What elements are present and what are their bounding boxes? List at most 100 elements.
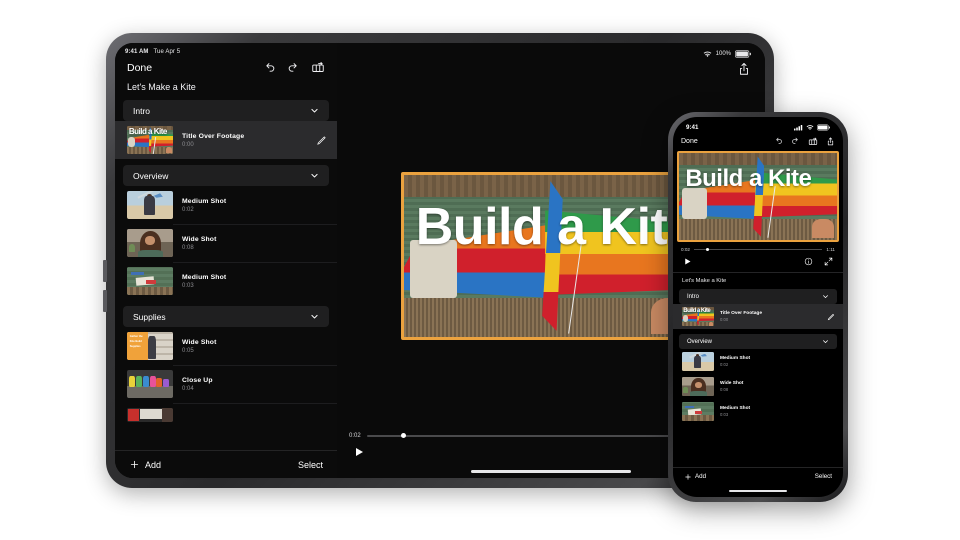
- clip-row-medium-shot-2[interactable]: Medium Shot 0:03: [115, 262, 337, 300]
- section-header-intro[interactable]: Intro: [123, 100, 329, 121]
- clip-name: Medium Shot: [182, 198, 327, 205]
- thumbnail-title-overlay: Build a Kite: [129, 128, 167, 136]
- section-title: Intro: [133, 106, 150, 116]
- iphone-playback-controls: 0:02 1:11: [673, 242, 843, 272]
- clip-duration: 0:04: [182, 386, 327, 392]
- project-settings-icon[interactable]: [311, 61, 325, 75]
- add-button[interactable]: Add: [684, 473, 706, 481]
- add-label: Add: [695, 473, 706, 480]
- chevron-down-icon[interactable]: [822, 338, 829, 345]
- chevron-down-icon[interactable]: [310, 106, 319, 115]
- section-header-overview[interactable]: Overview: [679, 334, 837, 349]
- fullscreen-icon[interactable]: [824, 257, 833, 266]
- ipad-side-button-a: [103, 260, 107, 282]
- clip-row-title-over-footage[interactable]: Build a Kite Title Over Footage 0:00: [115, 121, 337, 159]
- section-title: Overview: [133, 171, 168, 181]
- clip-duration: 0:02: [182, 207, 327, 213]
- ipad-status-bar: 9:41 AM Tue Apr 5: [115, 43, 337, 57]
- wifi-icon: [806, 124, 814, 131]
- ipad-storyboard-list[interactable]: Intro Build a Kite: [115, 100, 337, 450]
- pencil-icon[interactable]: [316, 135, 327, 146]
- screenshot-stage: 9:41 AM Tue Apr 5 Done: [0, 0, 960, 540]
- add-button[interactable]: Add: [129, 459, 161, 470]
- ipad-status-bar-right: 100%: [337, 43, 765, 61]
- share-icon[interactable]: [737, 62, 751, 79]
- chevron-down-icon[interactable]: [310, 171, 319, 180]
- clip-row-close-up[interactable]: Close Up 0:04: [115, 365, 337, 403]
- project-settings-icon[interactable]: [808, 137, 818, 147]
- clip-thumbnail: [127, 229, 173, 257]
- clip-name: Close Up: [182, 377, 327, 384]
- project-title: Let's Make a Kite: [673, 273, 843, 289]
- clip-name: Wide Shot: [720, 381, 835, 386]
- clip-duration: 0:00: [182, 142, 307, 148]
- clip-row-partial[interactable]: [115, 403, 337, 427]
- done-button[interactable]: Done: [681, 138, 698, 145]
- redo-icon[interactable]: [791, 137, 800, 146]
- clip-name: Title Over Footage: [182, 133, 307, 140]
- total-time-label: 1:11: [826, 247, 835, 252]
- section-header-overview[interactable]: Overview: [123, 165, 329, 186]
- section-title: Overview: [687, 339, 712, 345]
- clip-row-medium-shot-1[interactable]: Medium Shot 0:02: [115, 186, 337, 224]
- plus-icon: [129, 459, 140, 470]
- iphone-storyboard-list[interactable]: Intro Build a Kite: [673, 289, 843, 467]
- clip-row-wide-shot-1[interactable]: Wide Shot 0:08: [673, 374, 843, 399]
- play-icon[interactable]: [353, 446, 365, 458]
- section-title: Intro: [687, 294, 699, 300]
- chevron-down-icon[interactable]: [822, 293, 829, 300]
- clip-thumbnail: [682, 352, 714, 371]
- scrubber-handle[interactable]: [706, 248, 710, 252]
- video-preview[interactable]: Build a Kite: [677, 151, 839, 242]
- battery-percent-label: 100%: [716, 51, 731, 57]
- clip-thumbnail: [127, 408, 173, 422]
- select-button[interactable]: Select: [298, 460, 323, 470]
- info-icon[interactable]: [804, 257, 813, 266]
- clip-thumbnail: [127, 191, 173, 219]
- clip-row-medium-shot-1[interactable]: Medium Shot 0:02: [673, 349, 843, 374]
- clip-name: Wide Shot: [182, 236, 327, 243]
- iphone-bottom-toolbar: Add Select: [673, 467, 843, 485]
- play-icon[interactable]: [683, 257, 692, 266]
- ipad-navigation-bar: Done: [115, 57, 337, 79]
- clip-row-wide-shot-1[interactable]: Wide Shot 0:08: [115, 224, 337, 262]
- iphone-video-viewer[interactable]: Build a Kite: [673, 151, 843, 242]
- clip-name: Medium Shot: [720, 406, 835, 411]
- redo-icon[interactable]: [287, 62, 300, 75]
- scrubber-handle[interactable]: [401, 433, 406, 438]
- video-title-overlay: Build a Kite: [416, 201, 696, 253]
- clip-thumbnail: Gather the Kite Build Supplies: [127, 332, 173, 360]
- home-indicator: [471, 470, 631, 473]
- clip-thumbnail: [127, 370, 173, 398]
- clip-thumbnail: [127, 267, 173, 295]
- current-time-label: 0:02: [349, 433, 361, 439]
- chevron-down-icon[interactable]: [310, 312, 319, 321]
- status-time: 9:41: [686, 124, 698, 131]
- clip-thumbnail: [682, 377, 714, 396]
- status-date: Tue Apr 5: [153, 49, 180, 55]
- clip-name: Title Over Footage: [720, 311, 821, 316]
- iphone-screen: 9:41 Done: [673, 117, 843, 497]
- iphone-home-indicator-wrap: [673, 485, 843, 497]
- undo-icon[interactable]: [263, 62, 276, 75]
- clip-row-wide-shot-2[interactable]: Gather the Kite Build Supplies Wide Shot…: [115, 327, 337, 365]
- section-header-intro[interactable]: Intro: [679, 289, 837, 304]
- done-button[interactable]: Done: [127, 62, 152, 74]
- clip-duration: 0:03: [182, 283, 327, 289]
- thumbnail-title-overlay: Build a Kite: [683, 308, 710, 314]
- clip-row-title-over-footage[interactable]: Build a Kite Title Over Footage 0:00: [673, 304, 843, 329]
- ipad-bottom-toolbar: Add Select: [115, 450, 337, 478]
- share-icon[interactable]: [826, 137, 835, 146]
- video-preview[interactable]: Build a Kite: [401, 172, 701, 341]
- clip-row-medium-shot-2[interactable]: Medium Shot 0:03: [673, 399, 843, 424]
- clip-thumbnail: Build a Kite: [682, 307, 714, 326]
- clip-name: Medium Shot: [182, 274, 327, 281]
- undo-icon[interactable]: [774, 137, 783, 146]
- pencil-icon[interactable]: [827, 313, 835, 321]
- current-time-label: 0:02: [681, 247, 690, 252]
- home-indicator: [729, 490, 787, 492]
- select-button[interactable]: Select: [815, 473, 832, 480]
- scrubber-track[interactable]: [694, 249, 822, 250]
- clip-duration: 0:05: [182, 348, 327, 354]
- section-header-supplies[interactable]: Supplies: [123, 306, 329, 327]
